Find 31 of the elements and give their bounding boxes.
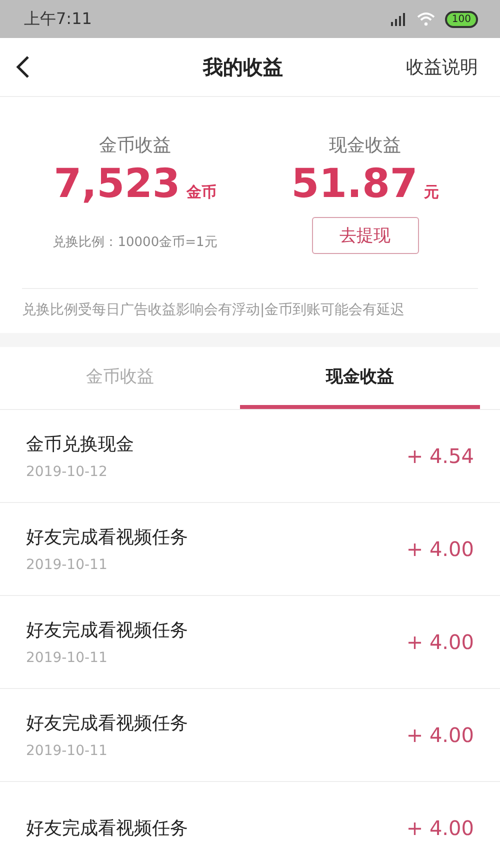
record-title: 好友完成看视频任务 <box>26 526 188 549</box>
record-date: 2019-10-11 <box>26 557 108 573</box>
earnings-unit: 金币 <box>186 183 216 202</box>
earnings-value: 7,523 <box>54 161 180 207</box>
withdraw-button[interactable]: 去提现 <box>312 217 418 254</box>
record-title: 好友完成看视频任务 <box>26 619 188 642</box>
record-title: 好友完成看视频任务 <box>26 712 188 735</box>
record-date: 2019-10-11 <box>26 650 108 666</box>
record-amount: + 4.00 <box>406 630 474 654</box>
record-amount: + 4.00 <box>406 816 474 840</box>
earnings-label: 金币收益 <box>99 134 171 157</box>
record-amount: + 4.00 <box>406 723 474 747</box>
record-title: 金币兑换现金 <box>26 433 134 456</box>
exchange-rate-note: 兑换比例：10000金币=1元 <box>52 234 218 251</box>
record-amount: + 4.00 <box>406 537 474 561</box>
back-button[interactable] <box>16 55 30 79</box>
earnings-label: 现金收益 <box>329 134 401 157</box>
wifi-icon <box>416 12 435 26</box>
tab[interactable]: 现金收益 <box>240 347 480 409</box>
earnings-unit: 元 <box>424 183 439 202</box>
record-amount: + 4.54 <box>406 444 474 468</box>
page-title: 我的收益 <box>203 54 283 80</box>
earnings-value: 51.87 <box>291 161 418 207</box>
record-title: 好友完成看视频任务 <box>26 817 188 840</box>
signal-icon <box>388 12 407 26</box>
help-link[interactable]: 收益说明 <box>406 55 478 79</box>
status-time: 上午7:11 <box>24 8 92 30</box>
battery-indicator: 100 <box>444 10 478 28</box>
notice-text: 兑换比例受每日广告收益影响会有浮动|金币到账可能会有延迟 <box>22 288 478 333</box>
record-date: 2019-10-11 <box>26 743 108 759</box>
record-date: 2019-10-12 <box>26 464 108 480</box>
